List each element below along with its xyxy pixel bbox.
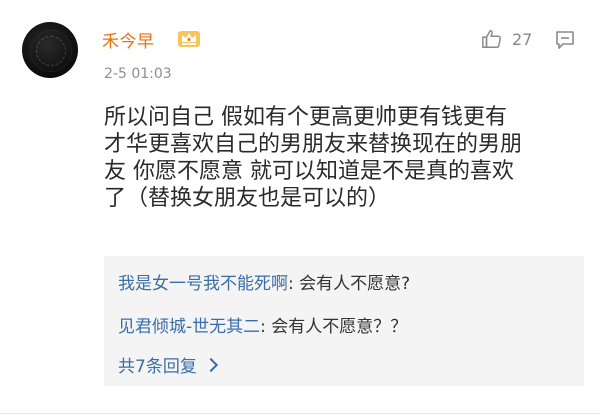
divider	[0, 413, 600, 414]
reply-separator: :	[288, 274, 300, 294]
thumbs-up-icon[interactable]	[481, 28, 503, 50]
reply-author[interactable]: 见君倾城-世无其二	[118, 317, 260, 337]
reply-item[interactable]: 见君倾城-世无其二: 会有人不愿意？？	[118, 312, 407, 337]
comment-icon[interactable]	[555, 30, 575, 50]
avatar[interactable]	[22, 22, 78, 78]
avatar-pattern-inner	[36, 36, 66, 66]
reply-text: 会有人不愿意?	[299, 274, 411, 294]
chevron-right-icon	[203, 357, 218, 373]
reply-separator: :	[260, 317, 272, 337]
reply-text: 会有人不愿意？？	[271, 317, 408, 337]
more-replies-link[interactable]: 共7条回复	[118, 352, 218, 377]
username[interactable]: 禾今早	[102, 27, 155, 52]
comment-body: 所以问自己 假如有个更高更帅更有钱更有 才华更喜欢自己的男朋友来替换现在的男朋 …	[104, 105, 523, 211]
timestamp: 2-5 01:03	[104, 66, 172, 82]
reply-item[interactable]: 我是女一号我不能死啊: 会有人不愿意?	[118, 269, 410, 294]
more-replies-label: 共7条回复	[118, 357, 197, 377]
like-count: 27	[512, 30, 533, 49]
crown-vip-icon	[178, 31, 200, 47]
reply-author[interactable]: 我是女一号我不能死啊	[118, 274, 288, 294]
reply-preview-box: 我是女一号我不能死啊: 会有人不愿意? 见君倾城-世无其二: 会有人不愿意？？ …	[104, 256, 584, 386]
